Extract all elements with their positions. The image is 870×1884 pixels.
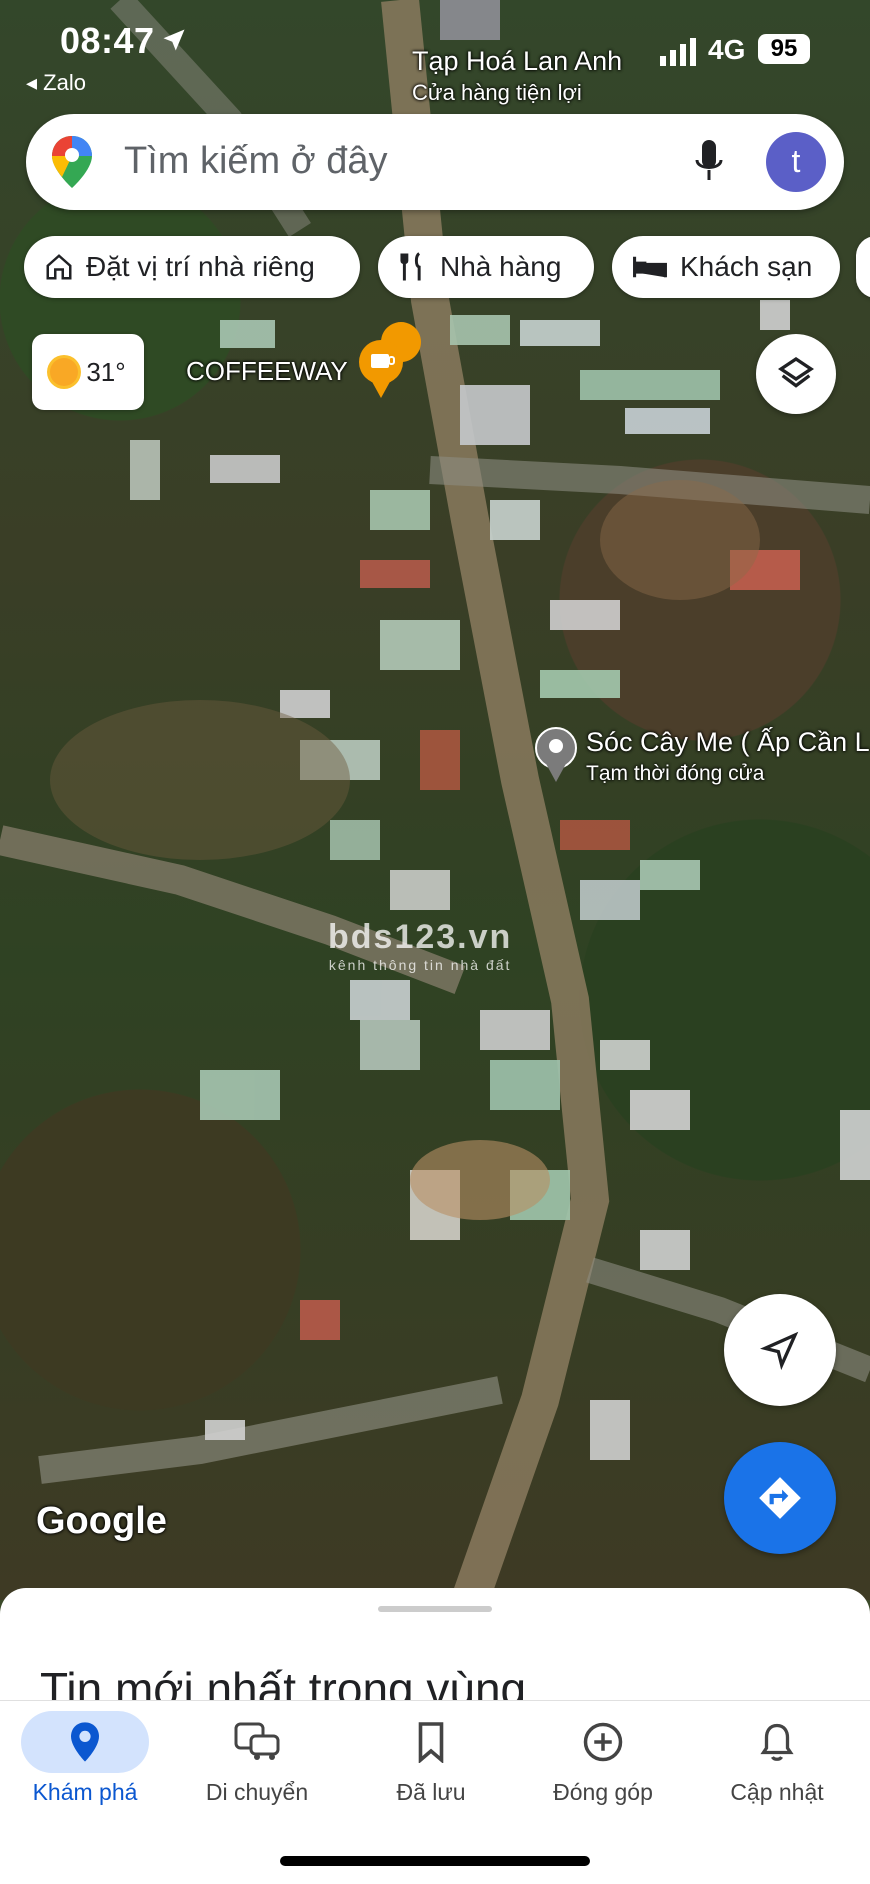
home-icon — [46, 254, 72, 280]
nav-saved-label: Đã lưu — [396, 1779, 466, 1805]
place-status-label: Tạm thời đóng cửa — [586, 762, 765, 785]
signal-icon — [660, 38, 696, 66]
directions-button[interactable] — [724, 1442, 836, 1554]
place-marker-icon[interactable] — [535, 727, 577, 782]
chip-hotels[interactable]: Khách sạn — [612, 236, 840, 298]
nav-contribute[interactable]: Đóng góp — [518, 1711, 688, 1806]
nav-explore-label: Khám phá — [32, 1779, 138, 1805]
layers-icon — [777, 356, 815, 388]
microphone-icon[interactable] — [694, 138, 724, 186]
status-time: 08:47 — [60, 20, 155, 61]
bell-icon — [760, 1723, 794, 1761]
bookmark-icon — [418, 1722, 444, 1763]
shop-type-label: Cửa hàng tiện lợi — [412, 80, 582, 105]
cafe-marker-icon[interactable] — [359, 322, 421, 398]
search-input[interactable]: Tìm kiếm ở đây — [124, 140, 388, 183]
account-avatar[interactable]: t — [766, 132, 826, 192]
chip-hotels-label: Khách sạn — [680, 251, 813, 282]
add-circle-icon — [583, 1722, 623, 1762]
watermark-title: bds123.vn — [328, 918, 513, 956]
watermark-subtitle: kênh thông tin nhà đất — [328, 957, 512, 973]
cafe-label[interactable]: COFFEEWAY — [186, 356, 348, 387]
restaurant-icon — [400, 252, 421, 281]
nav-explore[interactable]: Khám phá — [0, 1711, 170, 1806]
commute-icon — [234, 1722, 280, 1760]
location-arrow-icon — [163, 29, 185, 51]
sheet-handle[interactable] — [378, 1606, 492, 1612]
chip-home[interactable]: Đặt vị trí nhà riêng — [24, 236, 360, 298]
watermark: bds123.vn kênh thông tin nhà đất — [328, 918, 512, 973]
google-maps-logo-icon — [52, 136, 92, 188]
sun-icon — [50, 358, 79, 386]
search-bar[interactable]: Tìm kiếm ở đây t — [26, 114, 844, 210]
home-indicator[interactable] — [280, 1856, 590, 1866]
my-location-button[interactable] — [724, 1294, 836, 1406]
nav-commute[interactable]: Di chuyển — [172, 1711, 342, 1806]
chip-home-label: Đặt vị trí nhà riêng — [86, 251, 315, 282]
back-to-app-link[interactable]: ◂ Zalo — [26, 70, 86, 96]
navigation-arrow-icon — [760, 1331, 799, 1370]
nav-contribute-label: Đóng góp — [553, 1779, 653, 1805]
nav-updates[interactable]: Cập nhật — [692, 1711, 862, 1806]
nav-saved[interactable]: Đã lưu — [346, 1711, 516, 1806]
nav-commute-label: Di chuyển — [205, 1779, 309, 1805]
hotel-icon — [633, 256, 667, 278]
status-bar: 08:47 ◂ Zalo 4G 95 — [0, 12, 870, 95]
layers-button[interactable] — [756, 334, 836, 414]
google-logo: Google — [36, 1500, 167, 1542]
place-name-label[interactable]: Sóc Cây Me ( Ấp Cần L — [586, 727, 870, 758]
weather-temp: 31° — [86, 356, 126, 387]
directions-icon — [759, 1477, 801, 1519]
network-type: 4G — [708, 34, 746, 65]
chip-restaurants[interactable]: Nhà hàng — [378, 236, 594, 298]
battery-level: 95 — [758, 34, 810, 64]
weather-badge[interactable]: 31° — [32, 334, 144, 410]
chip-restaurants-label: Nhà hàng — [440, 251, 562, 282]
bottom-sheet[interactable]: Tin mới nhất trong vùng — [0, 1588, 870, 1708]
nav-updates-label: Cập nhật — [730, 1779, 824, 1805]
explore-pin-icon — [71, 1722, 99, 1762]
